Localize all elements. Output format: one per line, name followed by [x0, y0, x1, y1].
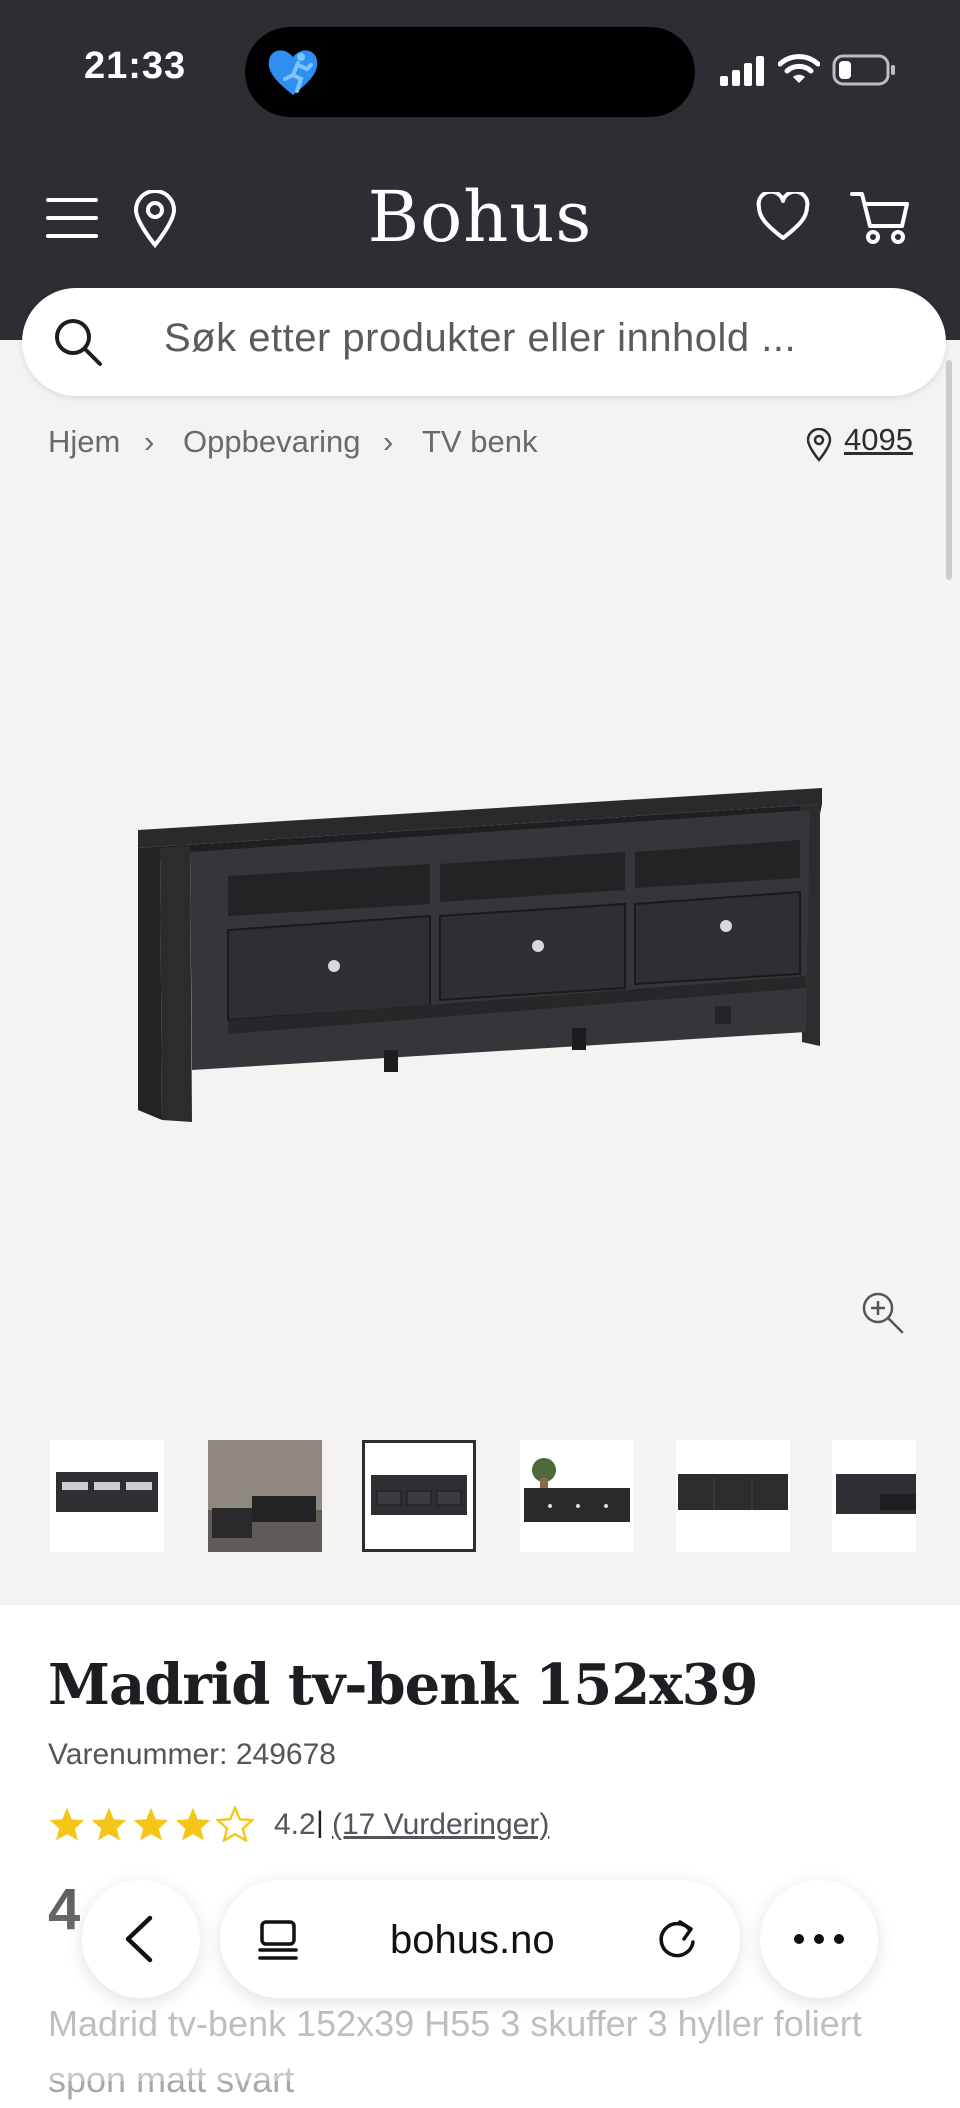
rating-separator: |	[316, 1806, 324, 1839]
back-button[interactable]	[82, 1880, 200, 1998]
gallery-thumbnail[interactable]	[676, 1440, 790, 1552]
search-input[interactable]: Søk etter produkter eller innhold ...	[164, 316, 796, 361]
gallery-thumbnail[interactable]	[50, 1440, 164, 1552]
search-icon	[55, 319, 102, 366]
address-bar[interactable]: bohus.no	[220, 1880, 740, 1998]
url-text[interactable]: bohus.no	[390, 1918, 555, 1963]
cart-icon[interactable]	[850, 190, 910, 246]
product-image[interactable]	[130, 770, 830, 1130]
battery-icon	[832, 54, 895, 86]
more-icon	[794, 1934, 844, 1944]
breadcrumb-item-storage[interactable]: Oppbevaring	[183, 424, 361, 460]
product-sku: Varenummer: 249678	[48, 1738, 336, 1771]
store-number-link[interactable]: 4095	[844, 422, 913, 458]
chevron-right-icon: ›	[144, 424, 155, 459]
signal-icon	[720, 56, 764, 86]
star-icon	[49, 1807, 85, 1841]
star-outline-icon	[216, 1806, 254, 1842]
heart-icon[interactable]	[756, 192, 810, 242]
product-title: Madrid tv-benk 152x39	[48, 1652, 759, 1718]
store-pin-icon	[806, 428, 832, 462]
reload-icon[interactable]	[654, 1916, 700, 1962]
rating-count-link[interactable]: (17 Vurderinger)	[332, 1808, 549, 1842]
gallery-thumbnail[interactable]	[208, 1440, 322, 1552]
back-icon	[125, 1915, 153, 1963]
gallery-thumbnail[interactable]	[520, 1440, 634, 1552]
tabs-icon[interactable]	[256, 1918, 300, 1962]
chevron-right-icon: ›	[383, 424, 394, 459]
breadcrumb-item-home[interactable]: Hjem	[48, 424, 120, 460]
breadcrumb-item-tv-bench: TV benk	[422, 424, 538, 459]
rating-value: 4.2	[274, 1808, 316, 1841]
brand-logo[interactable]: Bohus	[0, 176, 960, 258]
gallery-thumbnail-active[interactable]	[362, 1440, 476, 1552]
search-bar[interactable]: Søk etter produkter eller innhold ...	[22, 288, 946, 396]
star-icon	[175, 1807, 211, 1841]
scrollbar[interactable]	[946, 360, 952, 580]
star-icon	[91, 1807, 127, 1841]
gallery-thumbnail[interactable]	[832, 1440, 916, 1552]
wifi-icon	[778, 54, 820, 83]
status-time: 21:33	[84, 45, 187, 87]
star-icon	[133, 1807, 169, 1841]
fitness-icon	[268, 50, 318, 95]
more-button[interactable]	[760, 1880, 878, 1998]
zoom-in-icon[interactable]	[860, 1290, 906, 1336]
dynamic-island	[245, 27, 695, 117]
